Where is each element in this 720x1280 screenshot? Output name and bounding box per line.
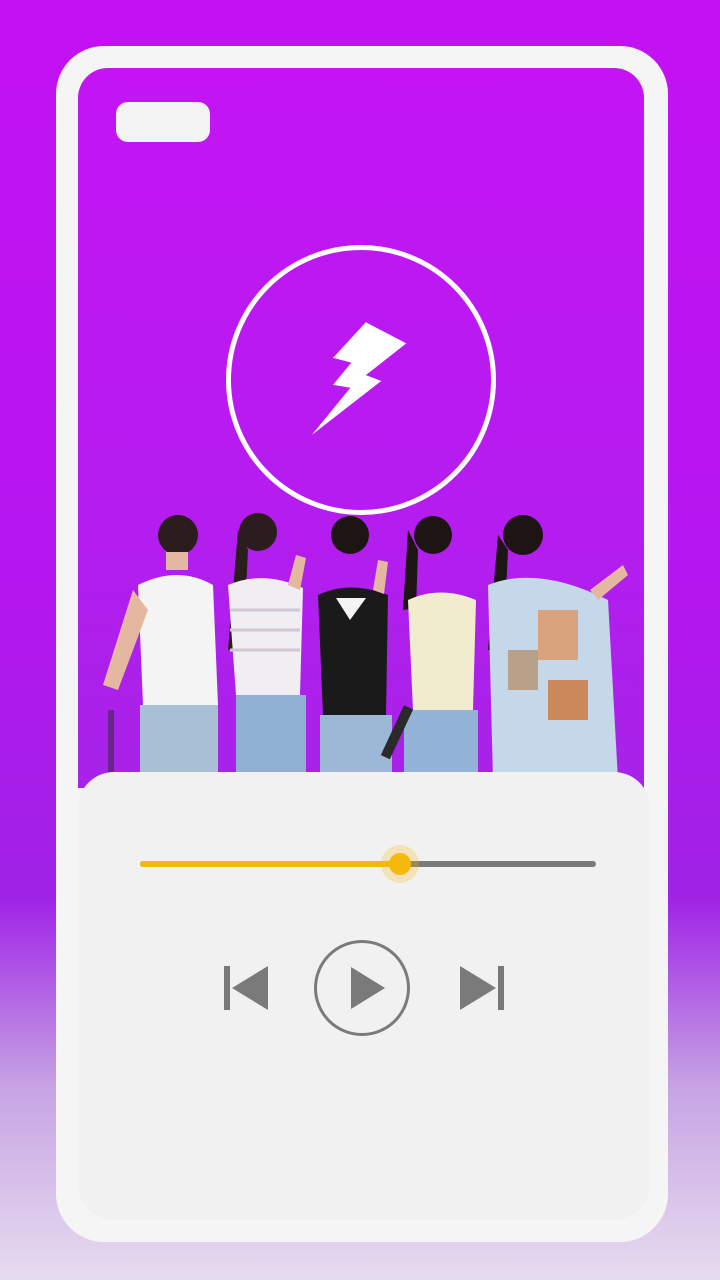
progress-slider[interactable] bbox=[140, 845, 596, 883]
group-photo bbox=[78, 490, 644, 780]
play-icon bbox=[351, 967, 385, 1009]
phone-notch bbox=[116, 102, 210, 142]
progress-fill bbox=[140, 861, 400, 867]
play-button[interactable] bbox=[314, 940, 410, 1036]
lightning-bolt-icon bbox=[311, 322, 407, 435]
next-button[interactable] bbox=[458, 962, 506, 1014]
progress-thumb[interactable] bbox=[380, 845, 419, 883]
skip-previous-icon bbox=[224, 966, 268, 1010]
app-logo bbox=[226, 245, 496, 515]
previous-button[interactable] bbox=[222, 962, 270, 1014]
skip-next-icon bbox=[460, 966, 504, 1010]
